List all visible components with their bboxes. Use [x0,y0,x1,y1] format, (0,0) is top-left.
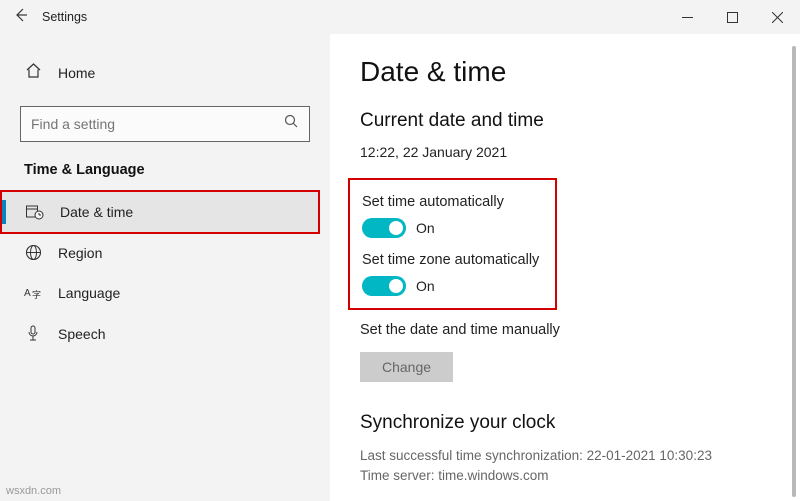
current-datetime-value: 12:22, 22 January 2021 [360,144,770,160]
clock-calendar-icon [26,204,44,220]
sidebar-item-speech[interactable]: Speech [0,313,330,354]
language-icon: A字 [24,285,42,301]
home-link[interactable]: Home [0,54,330,92]
microphone-icon [24,325,42,342]
sidebar-item-label: Speech [58,326,105,342]
set-zone-auto-state: On [416,278,435,294]
arrow-left-icon [13,7,29,23]
sidebar-item-label: Region [58,245,102,261]
search-box[interactable] [20,106,310,142]
window-title: Settings [42,10,665,24]
window-controls [665,2,800,32]
sync-heading: Synchronize your clock [360,412,770,434]
search-icon [284,114,299,134]
highlight-settings-annotation: Set time automatically On Set time zone … [348,178,557,310]
set-time-auto-state: On [416,220,435,236]
titlebar: Settings [0,0,800,34]
set-time-auto-label: Set time automatically [362,194,539,210]
close-icon [772,12,783,23]
search-input[interactable] [31,116,284,132]
maximize-button[interactable] [710,2,755,32]
current-datetime-heading: Current date and time [360,110,770,132]
globe-icon [24,244,42,261]
sidebar-item-label: Date & time [60,204,133,220]
minimize-button[interactable] [665,2,710,32]
sync-server-line: Time server: time.windows.com [360,466,770,486]
content-pane: Date & time Current date and time 12:22,… [330,34,800,501]
sidebar-item-label: Language [58,285,120,301]
svg-text:字: 字 [32,289,41,300]
home-label: Home [58,65,95,81]
watermark: wsxdn.com [6,485,61,497]
sidebar: Home Time & Language Date & time Region [0,34,330,501]
set-time-auto-toggle[interactable] [362,218,406,238]
sidebar-item-region[interactable]: Region [0,232,330,273]
sidebar-item-language[interactable]: A字 Language [0,273,330,313]
sidebar-item-date-time[interactable]: Date & time [2,192,318,232]
change-button[interactable]: Change [360,352,453,382]
minimize-icon [682,12,693,23]
home-icon [24,62,42,84]
page-title: Date & time [360,56,770,88]
manual-datetime-label: Set the date and time manually [360,322,770,338]
set-zone-auto-toggle[interactable] [362,276,406,296]
maximize-icon [727,12,738,23]
close-button[interactable] [755,2,800,32]
category-heading: Time & Language [0,162,330,192]
vertical-scrollbar[interactable] [792,46,796,497]
sync-last-line: Last successful time synchronization: 22… [360,446,770,466]
back-button[interactable] [0,7,42,28]
highlight-nav-annotation: Date & time [0,190,320,234]
set-zone-auto-label: Set time zone automatically [362,252,539,268]
svg-text:A: A [24,288,31,299]
